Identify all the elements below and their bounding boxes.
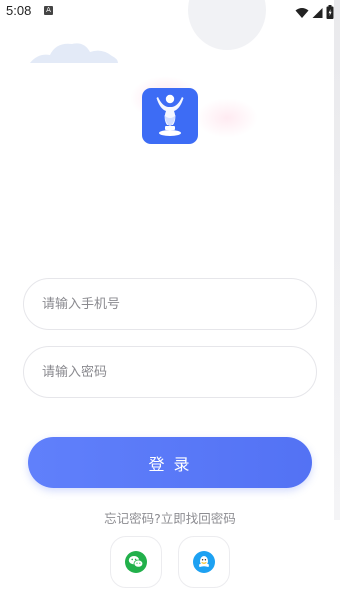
decorative-circle	[188, 0, 266, 50]
password-input[interactable]	[24, 347, 316, 397]
status-icons	[295, 4, 334, 23]
app-logo	[142, 88, 198, 144]
phone-field[interactable]	[23, 278, 317, 330]
pink-glow-decoration-2	[196, 98, 258, 138]
status-bar: 5:08 A	[0, 0, 340, 24]
trophy-figure-icon	[156, 94, 184, 136]
signal-icon	[312, 4, 323, 23]
wifi-icon	[295, 4, 309, 23]
qq-login-button[interactable]	[178, 536, 230, 588]
notification-a-icon: A	[44, 6, 53, 15]
cloud-decoration	[28, 40, 120, 64]
edge-decoration	[334, 0, 340, 520]
forgot-password-link[interactable]: 忘记密码?立即找回密码	[0, 508, 340, 527]
wechat-icon	[125, 551, 147, 573]
wechat-login-button[interactable]	[110, 536, 162, 588]
battery-icon	[326, 4, 334, 23]
phone-input[interactable]	[24, 279, 316, 329]
qq-icon	[193, 551, 215, 573]
status-time: 5:08	[6, 3, 32, 18]
password-field[interactable]	[23, 346, 317, 398]
login-button[interactable]: 登 录	[28, 437, 312, 488]
